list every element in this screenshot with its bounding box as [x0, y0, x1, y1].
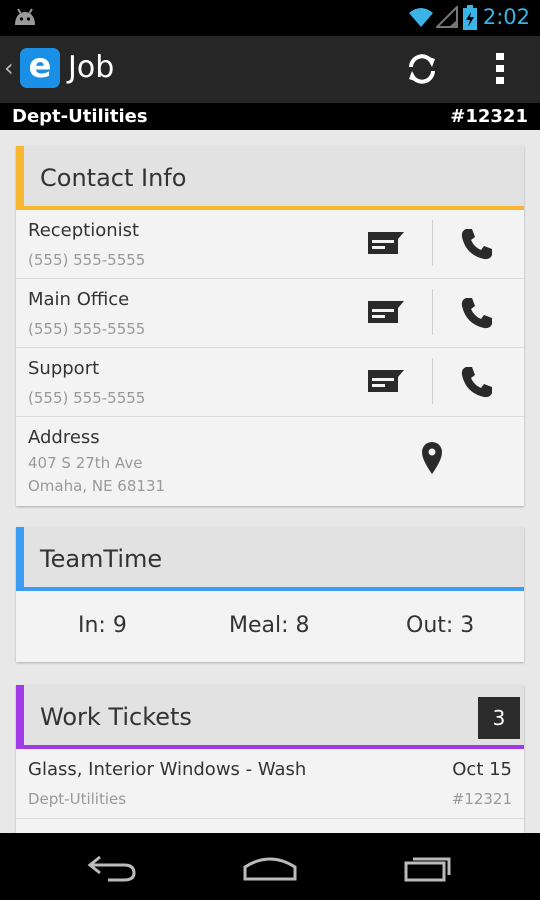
nav-recents-icon[interactable]	[403, 853, 455, 883]
contact-row-receptionist: Receptionist (555) 555-5555	[16, 210, 524, 279]
department-label: Dept-Utilities	[12, 106, 148, 127]
message-icon[interactable]	[366, 368, 406, 394]
nav-home-icon[interactable]	[242, 853, 298, 883]
contact-row-support: Support (555) 555-5555	[16, 348, 524, 417]
nav-back-icon[interactable]	[86, 853, 138, 883]
back-chevron-icon[interactable]: ‹	[4, 54, 14, 82]
ticket-number: #12321	[451, 790, 512, 808]
job-subheader: Dept-Utilities #12321	[0, 103, 540, 130]
teamtime-title: TeamTime	[40, 545, 163, 573]
refresh-icon[interactable]	[403, 50, 441, 88]
ticket-department: Dept-Utilities	[28, 790, 127, 808]
teamtime-header: TeamTime	[16, 527, 524, 591]
address-line-1: 407 S 27th Ave	[28, 454, 143, 472]
contact-info-title: Contact Info	[40, 164, 187, 192]
teamtime-out[interactable]: Out: 3	[406, 613, 474, 638]
contact-phone: (555) 555-5555	[28, 320, 146, 338]
contact-phone: (555) 555-5555	[28, 389, 146, 407]
message-icon[interactable]	[366, 299, 406, 325]
ticket-count-badge: 3	[478, 697, 520, 739]
contact-name: Receptionist	[28, 220, 140, 241]
contact-row-main-office: Main Office (555) 555-5555	[16, 279, 524, 348]
contact-name: Support	[28, 358, 100, 379]
teamtime-card: TeamTime In: 9 Meal: 8 Out: 3	[16, 527, 524, 662]
status-bar: 2:02	[0, 0, 540, 36]
teamtime-counts: In: 9 Meal: 8 Out: 3	[16, 591, 524, 662]
android-icon	[15, 8, 35, 25]
teamtime-in[interactable]: In: 9	[78, 613, 127, 638]
row-divider	[432, 358, 433, 404]
system-nav-bar	[0, 833, 540, 900]
ticket-row[interactable]: Glass, Interior Windows - Wash Oct 15 De…	[16, 749, 524, 819]
contact-name: Main Office	[28, 289, 130, 310]
message-icon[interactable]	[366, 230, 406, 256]
page-title: Job	[68, 50, 115, 85]
app-logo[interactable]: e	[20, 48, 60, 88]
address-row: Address 407 S 27th Ave Omaha, NE 68131	[16, 417, 524, 503]
signal-icon	[436, 6, 458, 28]
wifi-icon	[409, 8, 433, 27]
overflow-menu-icon[interactable]	[493, 51, 507, 87]
phone-icon[interactable]	[460, 296, 494, 330]
contact-phone: (555) 555-5555	[28, 251, 146, 269]
row-divider	[432, 289, 433, 335]
work-tickets-header: Work Tickets 3	[16, 685, 524, 749]
work-tickets-card: Work Tickets 3 Glass, Interior Windows -…	[16, 685, 524, 845]
address-label: Address	[28, 427, 100, 448]
teamtime-meal[interactable]: Meal: 8	[229, 613, 310, 638]
row-divider	[432, 220, 433, 266]
contact-info-header: Contact Info	[16, 146, 524, 210]
ticket-date: Oct 15	[452, 759, 512, 780]
action-bar: ‹ e Job	[0, 36, 540, 103]
battery-charging-icon	[463, 5, 477, 30]
address-line-2: Omaha, NE 68131	[28, 477, 166, 495]
phone-icon[interactable]	[460, 227, 494, 261]
phone-icon[interactable]	[460, 365, 494, 399]
ticket-title: Glass, Interior Windows - Wash	[28, 759, 307, 780]
job-number: #12321	[450, 106, 528, 127]
contact-info-card: Contact Info Receptionist (555) 555-5555…	[16, 146, 524, 506]
status-time: 2:02	[482, 5, 530, 29]
work-tickets-title: Work Tickets	[40, 703, 192, 731]
map-pin-icon[interactable]	[421, 441, 443, 475]
